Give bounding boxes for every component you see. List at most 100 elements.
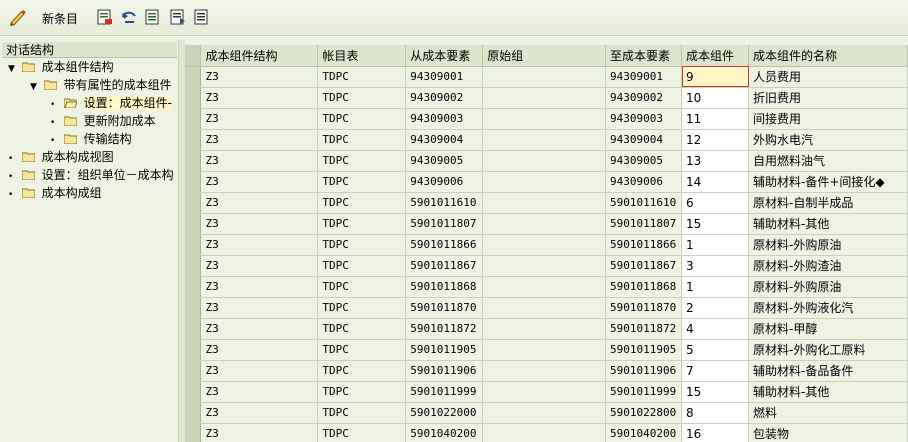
table-row[interactable]: Z3 TDPC 5901011868 5901011868 1 原材料-外购原油 — [185, 276, 908, 298]
origin-group-cell — [482, 87, 607, 109]
cost-component-input[interactable]: 7 — [681, 360, 749, 382]
table-row[interactable]: Z3 TDPC 94309004 94309004 12 外购水电汽 — [185, 129, 908, 151]
to-cost-element-cell: 5901011610 — [605, 192, 683, 214]
table-row[interactable]: Z3 TDPC 5901011872 5901011872 4 原材料-甲醇 — [185, 318, 908, 340]
cost-component-input[interactable]: 9 — [681, 66, 749, 88]
tree-node-cost-component-structure[interactable]: ▼ 成本组件结构 — [8, 58, 114, 76]
row-selector[interactable] — [185, 255, 202, 277]
undo-icon[interactable] — [120, 8, 138, 26]
save-icon[interactable] — [96, 8, 114, 26]
cost-component-input[interactable]: 15 — [681, 381, 749, 403]
new-entries-button[interactable]: 新条目 — [42, 10, 78, 27]
table-row[interactable]: Z3 TDPC 5901040200 5901040200 16 包装物 — [185, 423, 908, 442]
tree-node-cost-composition-group[interactable]: • 成本构成组 — [8, 184, 102, 202]
cost-component-input[interactable]: 1 — [681, 276, 749, 298]
tree-node-transfer-structure[interactable]: • 传输结构 — [50, 130, 132, 148]
from-cost-element-cell: 5901011610 — [405, 192, 484, 214]
expand-arrow-icon[interactable]: ▼ — [8, 60, 18, 78]
row-selector[interactable] — [185, 339, 202, 361]
tree-node-settings-cost-component[interactable]: • 设置：成本组件- — [50, 94, 172, 112]
row-selector[interactable] — [185, 129, 202, 151]
row-selector[interactable] — [185, 192, 202, 214]
cost-component-name-cell: 自用燃料油气 — [748, 150, 908, 172]
row-selector[interactable] — [185, 360, 202, 382]
to-cost-element-cell: 5901011868 — [605, 276, 683, 298]
chart-of-accounts-cell: TDPC — [317, 66, 407, 88]
origin-group-cell — [482, 402, 607, 424]
table-row[interactable]: Z3 TDPC 5901011867 5901011867 3 原材料-外购渣油 — [185, 255, 908, 277]
origin-group-cell — [482, 108, 607, 130]
chart-of-accounts-cell: TDPC — [317, 234, 407, 256]
row-selector[interactable] — [185, 297, 202, 319]
cost-component-input[interactable]: 14 — [681, 171, 749, 193]
cost-component-input[interactable]: 5 — [681, 339, 749, 361]
cost-component-input[interactable]: 11 — [681, 108, 749, 130]
column-header[interactable]: 帐目表 — [317, 45, 407, 67]
row-selector[interactable] — [185, 108, 202, 130]
table-row[interactable]: Z3 TDPC 5901011610 5901011610 6 原材料-自制半成品 — [185, 192, 908, 214]
table-row[interactable]: Z3 TDPC 94309006 94309006 14 辅助材料-备件+间接化◆ — [185, 171, 908, 193]
cost-component-structure-cell: Z3 — [200, 150, 319, 172]
deselect-icon[interactable] — [193, 8, 211, 26]
column-header[interactable]: 成本组件 — [681, 45, 749, 67]
table-row[interactable]: Z3 TDPC 5901011866 5901011866 1 原材料-外购原油 — [185, 234, 908, 256]
row-selector[interactable] — [185, 423, 202, 442]
tree-node-cost-composition-view[interactable]: • 成本构成视图 — [8, 148, 114, 166]
row-selector[interactable] — [185, 402, 202, 424]
to-cost-element-cell: 5901011999 — [605, 381, 683, 403]
table-row[interactable]: Z3 TDPC 5901011906 5901011906 7 辅助材料-备品备件 — [185, 360, 908, 382]
tree-node-update-additional-cost[interactable]: • 更新附加成本 — [50, 112, 156, 130]
cost-component-name-cell: 原材料-外购原油 — [748, 276, 908, 298]
column-header[interactable]: 原始组 — [482, 45, 607, 67]
origin-group-cell — [482, 234, 607, 256]
cost-component-input[interactable]: 13 — [681, 150, 749, 172]
row-selector[interactable] — [185, 234, 202, 256]
cost-component-input[interactable]: 8 — [681, 402, 749, 424]
row-selector[interactable] — [185, 171, 202, 193]
table-row[interactable]: Z3 TDPC 5901022000 5901022800 8 燃料 — [185, 402, 908, 424]
cost-component-input[interactable]: 2 — [681, 297, 749, 319]
column-header[interactable]: 从成本要素 — [405, 45, 484, 67]
cost-component-input[interactable]: 12 — [681, 129, 749, 151]
row-selector[interactable] — [185, 150, 202, 172]
table-row[interactable]: Z3 TDPC 5901011807 5901011807 15 辅助材料-其他 — [185, 213, 908, 235]
copy-icon[interactable] — [144, 8, 162, 26]
edit-pen-icon[interactable] — [8, 8, 28, 26]
to-cost-element-cell: 5901022800 — [605, 402, 683, 424]
row-selector[interactable] — [185, 276, 202, 298]
table-row[interactable]: Z3 TDPC 94309002 94309002 10 折旧费用 — [185, 87, 908, 109]
cost-component-input[interactable]: 16 — [681, 423, 749, 442]
cost-component-input[interactable]: 15 — [681, 213, 749, 235]
cost-component-input[interactable]: 4 — [681, 318, 749, 340]
table-row[interactable]: Z3 TDPC 94309005 94309005 13 自用燃料油气 — [185, 150, 908, 172]
select-all-cell[interactable] — [185, 45, 202, 67]
tree-node-settings-org-unit[interactable]: • 设置：组织单位－成本构 — [8, 166, 174, 184]
cost-component-input[interactable]: 10 — [681, 87, 749, 109]
column-header[interactable]: 至成本要素 — [605, 45, 683, 67]
column-header[interactable]: 成本组件的名称 — [748, 45, 908, 67]
cost-component-input[interactable]: 1 — [681, 234, 749, 256]
select-block-icon[interactable] — [169, 8, 187, 26]
expand-arrow-icon[interactable]: ▼ — [30, 78, 40, 96]
table-row[interactable]: Z3 TDPC 5901011905 5901011905 5 原材料-外购化工原料 — [185, 339, 908, 361]
row-selector[interactable] — [185, 66, 202, 88]
row-selector[interactable] — [185, 381, 202, 403]
row-selector[interactable] — [185, 87, 202, 109]
table-row[interactable]: Z3 TDPC 94309001 94309001 9 人员费用 — [185, 66, 908, 88]
from-cost-element-cell: 94309006 — [405, 171, 484, 193]
column-header[interactable]: 成本组件结构 — [200, 45, 319, 67]
row-selector[interactable] — [185, 213, 202, 235]
table-row[interactable]: Z3 TDPC 5901011999 5901011999 15 辅助材料-其他 — [185, 381, 908, 403]
tree-node-cost-component-with-attributes[interactable]: ▼ 带有属性的成本组件 — [30, 76, 172, 94]
table-row[interactable]: Z3 TDPC 5901011870 5901011870 2 原材料-外购液化汽 — [185, 297, 908, 319]
from-cost-element-cell: 94309002 — [405, 87, 484, 109]
table-row[interactable]: Z3 TDPC 94309003 94309003 11 间接费用 — [185, 108, 908, 130]
row-selector[interactable] — [185, 318, 202, 340]
from-cost-element-cell: 5901011906 — [405, 360, 484, 382]
cost-component-input[interactable]: 6 — [681, 192, 749, 214]
cost-component-structure-cell: Z3 — [200, 339, 319, 361]
cost-component-name-cell: 原材料-外购原油 — [748, 234, 908, 256]
cost-component-input[interactable]: 3 — [681, 255, 749, 277]
cost-component-name-cell: 燃料 — [748, 402, 908, 424]
folder-icon — [21, 170, 35, 180]
